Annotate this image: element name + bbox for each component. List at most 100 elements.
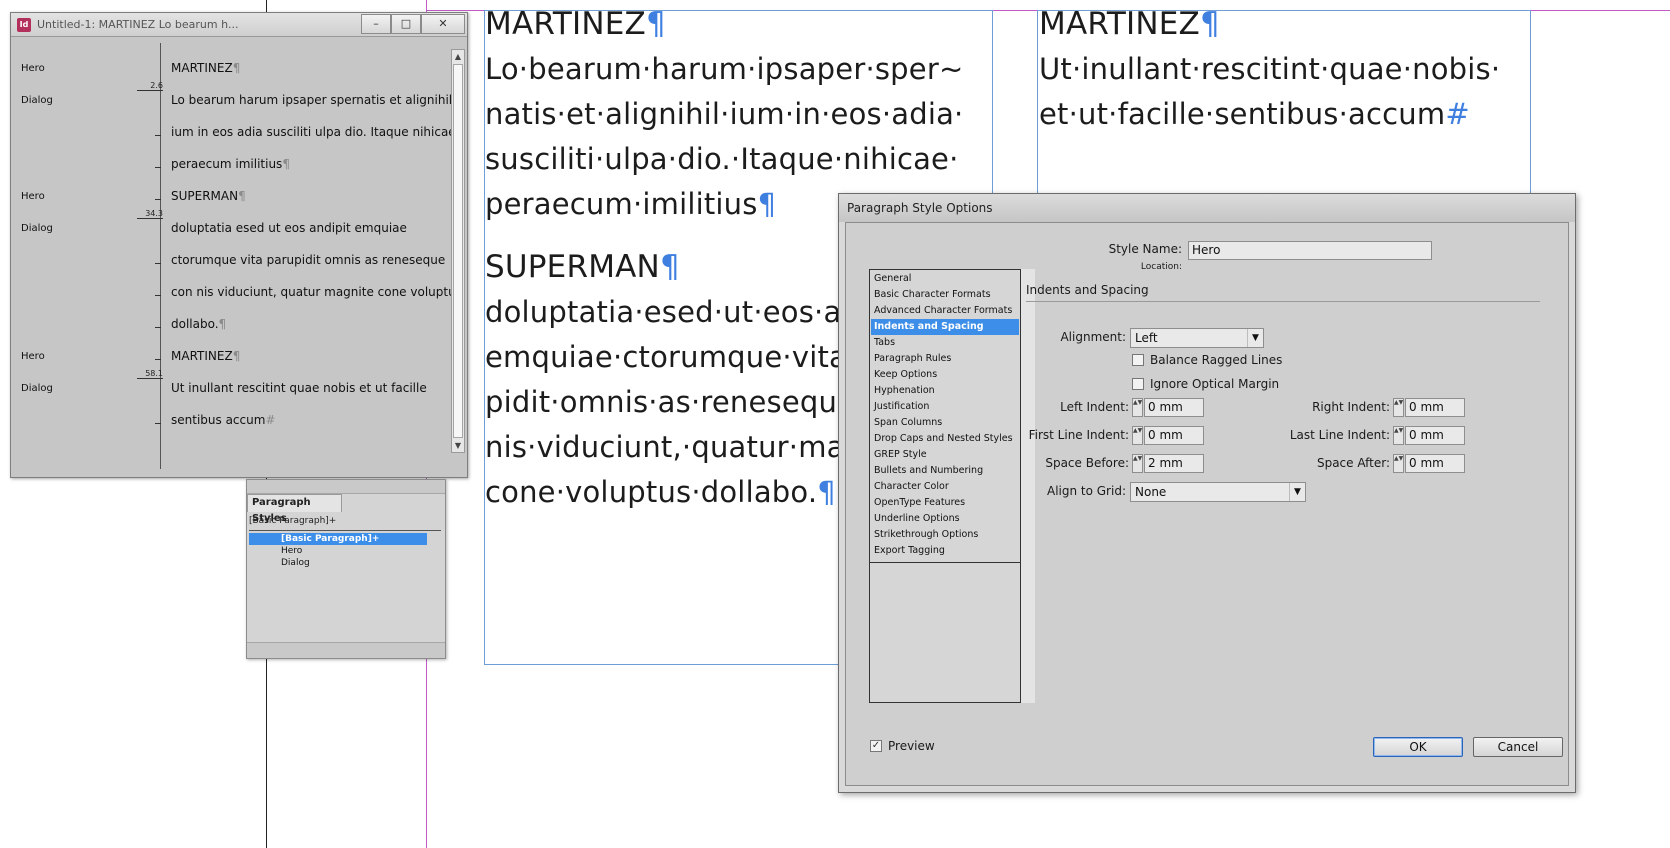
category-item[interactable]: Strikethrough Options bbox=[871, 527, 1019, 543]
category-item[interactable]: Span Columns bbox=[871, 415, 1019, 431]
category-item[interactable]: Justification bbox=[871, 399, 1019, 415]
story-text-line[interactable]: MARTINEZ¶ bbox=[171, 61, 240, 75]
story-line-text: dollabo. bbox=[171, 317, 219, 331]
first-line-indent-stepper[interactable]: ▲▼ bbox=[1132, 426, 1143, 445]
category-item[interactable]: Indents and Spacing bbox=[871, 319, 1019, 335]
story-text-line[interactable]: con nis viduciunt, quatur magnite cone v… bbox=[171, 285, 462, 299]
category-item[interactable]: Paragraph Rules bbox=[871, 351, 1019, 367]
story-text-line[interactable]: SUPERMAN¶ bbox=[171, 189, 246, 203]
align-to-grid-value: None bbox=[1135, 485, 1167, 499]
preview-checkbox[interactable]: ✓ bbox=[870, 740, 882, 752]
space-after-field[interactable]: 0 mm bbox=[1405, 454, 1465, 473]
paragraph-style-item[interactable]: [Basic Paragraph]+ bbox=[249, 533, 427, 545]
story-scrollbar[interactable]: ▲ ▼ bbox=[451, 49, 465, 453]
layout-line-text: Lo·bearum·harum·ipsaper·sper~ bbox=[485, 52, 964, 86]
scroll-up-icon[interactable]: ▲ bbox=[452, 50, 464, 63]
story-line-text: doluptatia esed ut eos andipit emquiae bbox=[171, 221, 407, 235]
category-item[interactable]: General bbox=[871, 271, 1019, 287]
category-item[interactable]: Tabs bbox=[871, 335, 1019, 351]
maximize-button[interactable]: □ bbox=[391, 14, 421, 34]
left-indent-stepper[interactable]: ▲▼ bbox=[1132, 398, 1143, 417]
story-editor-titlebar[interactable]: Id Untitled-1: MARTINEZ Lo bearum h... –… bbox=[11, 13, 467, 37]
category-item[interactable]: Advanced Character Formats bbox=[871, 303, 1019, 319]
minimize-button[interactable]: – bbox=[361, 14, 391, 34]
pilcrow-mark: ¶ bbox=[817, 475, 836, 509]
first-line-indent-label: First Line Indent: bbox=[1028, 428, 1129, 442]
category-item[interactable]: Hyphenation bbox=[871, 383, 1019, 399]
layout-text-line: SUPERMAN¶ bbox=[485, 245, 680, 290]
scroll-down-icon[interactable]: ▼ bbox=[452, 439, 464, 452]
layout-line-text: emquiae·ctorumque·vita bbox=[485, 340, 847, 374]
pilcrow-mark: # bbox=[1445, 97, 1470, 131]
row-style-name: Hero bbox=[21, 351, 45, 362]
section-title: Indents and Spacing bbox=[1026, 283, 1149, 297]
story-text-line[interactable]: MARTINEZ¶ bbox=[171, 349, 240, 363]
story-text-line[interactable]: ium in eos adia susciliti ulpa dio. Itaq… bbox=[171, 125, 456, 139]
left-indent-field[interactable]: 0 mm bbox=[1144, 398, 1204, 417]
category-item[interactable]: Character Color bbox=[871, 479, 1019, 495]
story-text-line[interactable]: sentibus accum# bbox=[171, 413, 275, 427]
right-indent-stepper[interactable]: ▲▼ bbox=[1393, 398, 1404, 417]
category-item[interactable]: Basic Character Formats bbox=[871, 287, 1019, 303]
story-text-line[interactable]: peraecum imilitius¶ bbox=[171, 157, 290, 171]
scroll-thumb[interactable] bbox=[453, 64, 463, 438]
story-line-text: ium in eos adia susciliti ulpa dio. Itaq… bbox=[171, 125, 456, 139]
category-item[interactable]: Keep Options bbox=[871, 367, 1019, 383]
right-indent-field[interactable]: 0 mm bbox=[1405, 398, 1465, 417]
layout-text-line: nis·viduciunt,·quatur·mag bbox=[485, 425, 863, 470]
category-item[interactable]: Underline Options bbox=[871, 511, 1019, 527]
story-line-text: SUPERMAN bbox=[171, 189, 239, 203]
depth-readout: 2.6 bbox=[137, 81, 163, 91]
row-depth-tick bbox=[155, 359, 161, 360]
chevron-down-icon: ▼ bbox=[1247, 329, 1263, 347]
pilcrow-mark: ¶ bbox=[282, 157, 290, 171]
last-line-indent-field[interactable]: 0 mm bbox=[1405, 426, 1465, 445]
section-divider bbox=[1026, 301, 1540, 302]
last-line-indent-label: Last Line Indent: bbox=[1289, 428, 1390, 442]
first-line-indent-field[interactable]: 0 mm bbox=[1144, 426, 1204, 445]
category-item[interactable]: Bullets and Numbering bbox=[871, 463, 1019, 479]
story-text-column[interactable]: MARTINEZ¶ Lo bearum harum ipsaper spernat… bbox=[163, 43, 462, 469]
align-to-grid-select[interactable]: None ▼ bbox=[1130, 482, 1306, 502]
layout-line-text: cone·voluptus·dollabo. bbox=[485, 475, 818, 509]
close-button[interactable]: ✕ bbox=[421, 14, 465, 34]
balance-ragged-label: Balance Ragged Lines bbox=[1150, 353, 1283, 367]
story-text-line[interactable]: Ut inullant rescitint quae nobis et ut f… bbox=[171, 381, 427, 395]
alignment-select[interactable]: Left ▼ bbox=[1130, 328, 1264, 348]
story-text-line[interactable]: dollabo.¶ bbox=[171, 317, 226, 331]
row-style-name: Dialog bbox=[21, 383, 53, 394]
space-before-field[interactable]: 2 mm bbox=[1144, 454, 1204, 473]
alignment-label: Alignment: bbox=[1060, 330, 1126, 344]
story-text-line[interactable]: Lo bearum harum ipsaper spernatis et ali… bbox=[171, 93, 452, 107]
story-text-line[interactable]: doluptatia esed ut eos andipit emquiae bbox=[171, 221, 407, 235]
paragraph-styles-tab[interactable]: Paragraph Styles bbox=[247, 494, 342, 524]
layout-line-text: MARTINEZ bbox=[485, 6, 646, 42]
pilcrow-mark: ¶ bbox=[238, 189, 246, 203]
paragraph-style-item[interactable]: Dialog bbox=[249, 557, 427, 569]
paragraph-style-item[interactable]: Hero bbox=[249, 545, 427, 557]
layout-text-line: MARTINEZ¶ bbox=[1039, 2, 1220, 47]
layout-line-text: peraecum·imilitius bbox=[485, 187, 758, 221]
category-item[interactable]: GREP Style bbox=[871, 447, 1019, 463]
story-line-text: con nis viduciunt, quatur magnite cone v… bbox=[171, 285, 462, 299]
ignore-optical-checkbox[interactable] bbox=[1132, 378, 1144, 390]
panel-header-bar[interactable] bbox=[247, 480, 445, 494]
row-style-name: Hero bbox=[21, 63, 45, 74]
ok-button[interactable]: OK bbox=[1373, 737, 1463, 757]
category-item[interactable]: Export Tagging bbox=[871, 543, 1019, 559]
space-after-stepper[interactable]: ▲▼ bbox=[1393, 454, 1404, 473]
story-text-line[interactable]: ctorumque vita parupidit omnis as renese… bbox=[171, 253, 445, 267]
balance-ragged-checkbox[interactable] bbox=[1132, 354, 1144, 366]
pilcrow-mark: ¶ bbox=[659, 249, 680, 285]
chevron-down-icon: ▼ bbox=[1289, 483, 1305, 501]
category-item[interactable]: Drop Caps and Nested Styles bbox=[871, 431, 1019, 447]
style-name-field[interactable]: Hero bbox=[1188, 241, 1432, 260]
cancel-button[interactable]: Cancel bbox=[1473, 737, 1563, 757]
category-item[interactable]: OpenType Features bbox=[871, 495, 1019, 511]
pilcrow-mark: ¶ bbox=[1199, 6, 1220, 42]
layout-text-line: peraecum·imilitius¶ bbox=[485, 182, 776, 227]
last-line-indent-stepper[interactable]: ▲▼ bbox=[1393, 426, 1404, 445]
location-label: Location: bbox=[1140, 262, 1182, 272]
pilcrow-mark: ¶ bbox=[232, 349, 241, 363]
space-before-stepper[interactable]: ▲▼ bbox=[1132, 454, 1143, 473]
